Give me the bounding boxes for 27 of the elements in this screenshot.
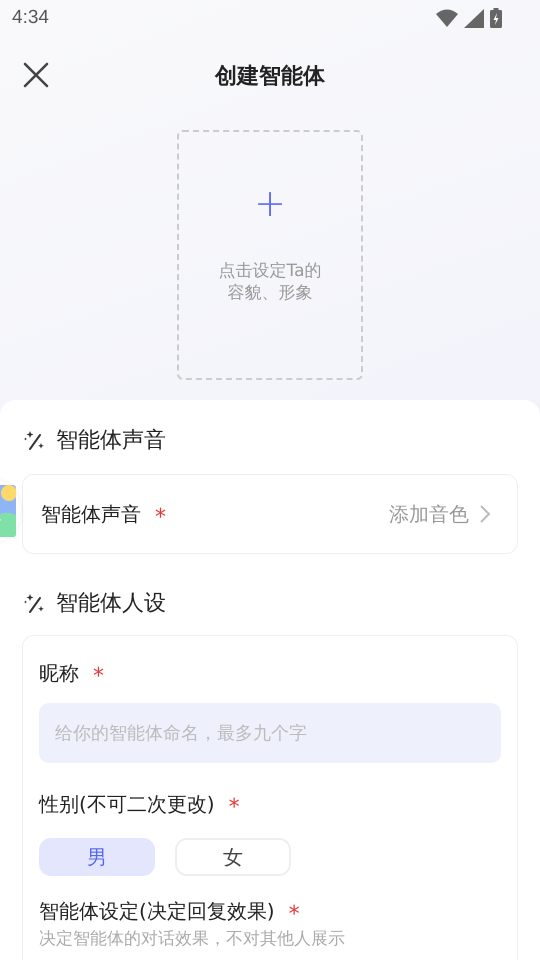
magic-wand-icon	[24, 429, 46, 451]
close-button[interactable]	[22, 61, 50, 89]
page-title: 创建智能体	[215, 63, 325, 91]
field-label: 昵称	[39, 660, 79, 687]
section-title: 智能体人设	[56, 590, 166, 618]
battery-icon	[490, 8, 502, 28]
required-mark: *	[155, 504, 166, 530]
required-mark: *	[228, 795, 240, 820]
upload-hint: 容貌、形象	[228, 282, 312, 304]
section-title: 智能体声音	[56, 427, 166, 455]
gender-option[interactable]: 女	[175, 838, 291, 876]
gender-option[interactable]: 男	[39, 838, 155, 876]
field-hint: 决定智能体的对话效果，不对其他人展示	[39, 928, 346, 950]
chevron-right-icon	[479, 504, 491, 524]
signal-icon	[464, 8, 484, 28]
avatar-upload-area[interactable]: + 点击设定Ta的 容貌、形象	[177, 130, 363, 380]
required-mark: *	[93, 664, 104, 689]
field-label: 智能体设定(决定回复效果)	[39, 898, 275, 925]
voice-row[interactable]: 智能体声音 * 添加音色	[22, 474, 518, 554]
plus-icon: +	[254, 184, 286, 222]
magic-wand-icon	[24, 592, 46, 614]
nickname-input[interactable]: 给你的智能体命名，最多九个字	[39, 703, 501, 763]
wifi-icon	[436, 9, 458, 27]
status-time: 4:34	[12, 7, 49, 29]
field-label: 性别(不可二次更改)	[39, 791, 215, 818]
required-mark: *	[288, 902, 300, 927]
upload-hint: 点击设定Ta的	[218, 260, 322, 282]
